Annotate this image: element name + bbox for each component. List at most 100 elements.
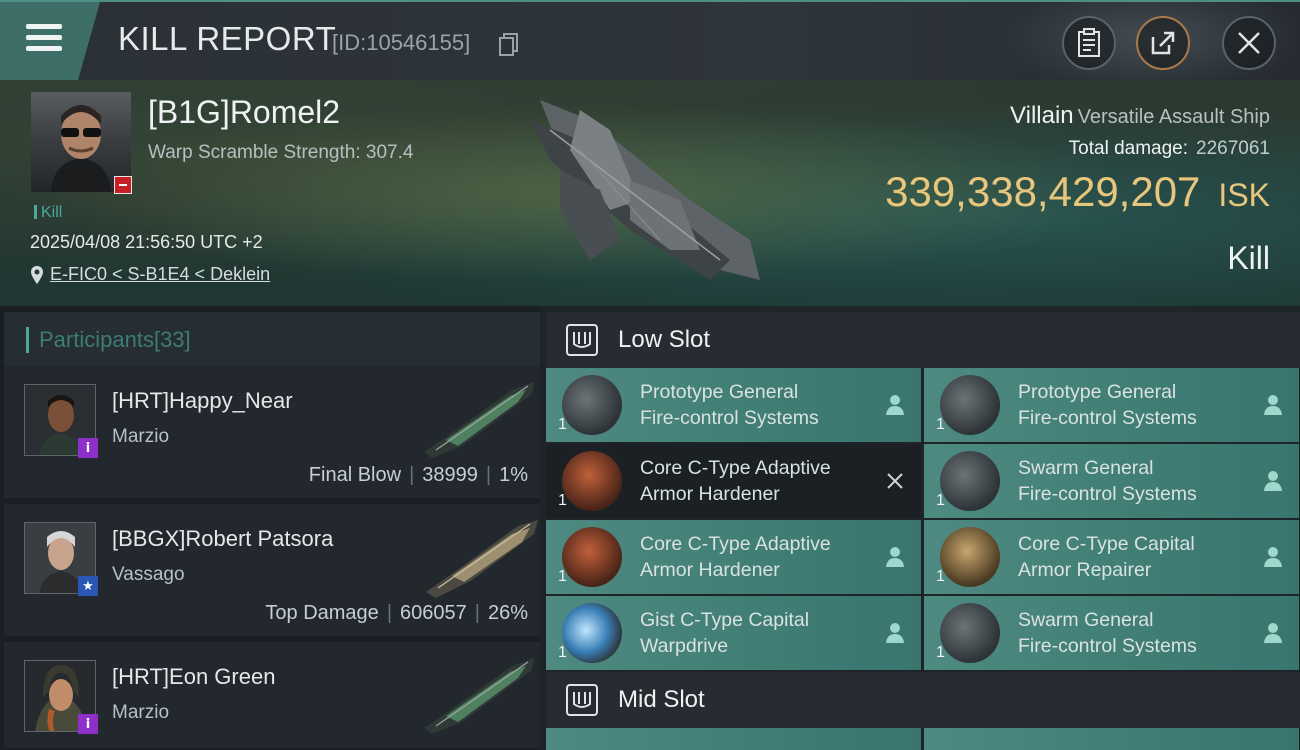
module-name: Prototype General Fire-control Systems <box>1018 379 1248 431</box>
module-quantity: 1 <box>936 644 945 661</box>
close-button[interactable] <box>1222 16 1276 70</box>
total-damage-value: 2267061 <box>1196 138 1270 159</box>
fire-control-module-icon <box>940 375 1000 435</box>
participant-role: Final Blow <box>308 464 402 486</box>
module-name-line2: Armor Repairer <box>1018 559 1152 581</box>
module-quantity: 1 <box>936 416 945 433</box>
module-name-line1: Swarm General <box>1018 609 1154 631</box>
module-name-line2: Armor Hardener <box>640 559 780 581</box>
copy-icon[interactable] <box>499 32 519 56</box>
module-name-line2: Fire-control Systems <box>1018 407 1197 429</box>
person-icon <box>1264 547 1282 567</box>
participant-row[interactable]: i [HRT]Eon Green Marzio <box>4 642 540 750</box>
fire-control-module-icon <box>940 603 1000 663</box>
participant-stats: Top Damage | 606057 | 26% <box>265 602 528 624</box>
person-icon <box>1264 471 1282 491</box>
victim-ship-image[interactable] <box>520 90 770 300</box>
participants-count: [33] <box>153 327 191 352</box>
module-name-line2: Fire-control Systems <box>1018 635 1197 657</box>
participants-header[interactable]: Participants [33] <box>4 312 540 368</box>
participant-ship: Marzio <box>112 426 170 447</box>
kill-timestamp: 2025/04/08 21:56:50 UTC +2 <box>30 232 263 252</box>
module-quantity: 1 <box>936 568 945 585</box>
module-name-line1: Gist C-Type Capital <box>640 609 810 631</box>
participant-row[interactable]: ★ [BBGX]Robert Patsora Vassago Top Damag… <box>4 504 540 638</box>
armor-repairer-module-icon <box>940 527 1000 587</box>
participant-ship: Marzio <box>112 702 170 723</box>
person-icon <box>886 547 904 567</box>
module-name-line1: Core C-Type Adaptive <box>640 533 831 555</box>
participant-badge: i <box>78 438 98 458</box>
fire-control-module-icon <box>940 451 1000 511</box>
mid-slot-title: Mid Slot <box>618 686 705 713</box>
kill-id: [ID:10546155] <box>332 30 471 55</box>
module-slot[interactable]: 1 Prototype General Fire-control Systems <box>924 368 1299 442</box>
module-name-line1: Core C-Type Adaptive <box>640 457 831 479</box>
victim-ship-name[interactable]: Villain Versatile Assault Ship <box>1010 102 1270 130</box>
header-accent-bar <box>26 327 29 353</box>
page-title: KILL REPORT <box>118 20 337 57</box>
location-link[interactable]: E-FIC0 < S-B1E4 < Deklein <box>50 264 270 285</box>
module-quantity: 1 <box>936 492 945 509</box>
isk-amount: 339,338,429,207 <box>885 168 1201 215</box>
total-damage-label: Total damage: <box>1068 138 1189 159</box>
total-damage: Total damage: 2267061 <box>1069 138 1270 160</box>
armor-hardener-module-icon <box>562 451 622 511</box>
isk-value: 339,338,429,207 ISK <box>885 168 1270 216</box>
participants-panel: Participants [33] i [HRT]Happy_Near Marz… <box>0 306 540 750</box>
participant-row[interactable]: i [HRT]Happy_Near Marzio Final Blow | 3899… <box>4 366 540 500</box>
participant-badge: i <box>78 714 98 734</box>
kill-result: Kill <box>1227 240 1270 276</box>
participant-name[interactable]: [BBGX]Robert Patsora <box>112 526 333 552</box>
menu-button[interactable] <box>0 2 100 80</box>
participant-ship-image <box>426 520 538 598</box>
module-quantity: 1 <box>558 416 567 433</box>
module-name-line1: Prototype General <box>1018 381 1177 403</box>
mid-slot-header: Mid Slot <box>546 672 1300 728</box>
module-slot[interactable]: 1 Gist C-Type Capital Warpdrive <box>546 596 921 670</box>
module-slot[interactable]: 1 Core C-Type Capital Armor Repairer <box>924 520 1299 594</box>
isk-unit: ISK <box>1218 177 1270 213</box>
mid-slot-icon <box>566 684 598 716</box>
participant-name[interactable]: [HRT]Eon Green <box>112 664 275 690</box>
warpdrive-module-icon <box>562 603 622 663</box>
module-slot-partial[interactable] <box>924 728 1299 750</box>
person-icon <box>886 395 904 415</box>
module-name: Core C-Type Adaptive Armor Hardener <box>640 531 870 583</box>
share-button[interactable] <box>1136 16 1190 70</box>
participant-name[interactable]: [HRT]Happy_Near <box>112 388 293 414</box>
module-slot[interactable]: 1 Prototype General Fire-control Systems <box>546 368 921 442</box>
module-name-line1: Core C-Type Capital <box>1018 533 1195 555</box>
module-quantity: 1 <box>558 568 567 585</box>
participant-ship: Vassago <box>112 564 185 585</box>
participant-ship-image <box>424 658 534 734</box>
participant-percent: 26% <box>487 602 528 624</box>
module-name-line1: Prototype General <box>640 381 799 403</box>
module-slot[interactable]: 1 Swarm General Fire-control Systems <box>924 596 1299 670</box>
low-slot-icon <box>566 324 598 356</box>
person-icon <box>1264 395 1282 415</box>
module-slot[interactable]: 1 Core C-Type Adaptive Armor Hardener <box>546 444 921 518</box>
warp-scramble-strength: Warp Scramble Strength: 307.4 <box>148 142 414 163</box>
module-slot-partial[interactable] <box>546 728 921 750</box>
module-name: Core C-Type Adaptive Armor Hardener <box>640 455 870 507</box>
module-quantity: 1 <box>558 644 567 661</box>
title-bar: KILL REPORT [ID:10546155] <box>0 0 1300 80</box>
close-icon <box>1238 32 1260 54</box>
kill-location[interactable]: E-FIC0 < S-B1E4 < Deklein <box>30 264 270 285</box>
kill-tag: Kill <box>34 204 62 222</box>
fire-control-module-icon <box>562 375 622 435</box>
module-name: Gist C-Type Capital Warpdrive <box>640 607 870 659</box>
module-slot[interactable]: 1 Swarm General Fire-control Systems <box>924 444 1299 518</box>
victim-name[interactable]: [B1G]Romel2 <box>148 94 340 131</box>
participant-damage: 606057 <box>400 602 467 624</box>
map-pin-icon <box>31 265 43 284</box>
module-name-line2: Fire-control Systems <box>640 407 819 429</box>
clipboard-button[interactable] <box>1062 16 1116 70</box>
module-slot[interactable]: 1 Core C-Type Adaptive Armor Hardener <box>546 520 921 594</box>
share-icon <box>1151 31 1175 55</box>
module-name-line2: Warpdrive <box>640 635 729 657</box>
module-name: Core C-Type Capital Armor Repairer <box>1018 531 1248 583</box>
participant-ship-image <box>424 382 534 458</box>
module-name-line1: Swarm General <box>1018 457 1154 479</box>
